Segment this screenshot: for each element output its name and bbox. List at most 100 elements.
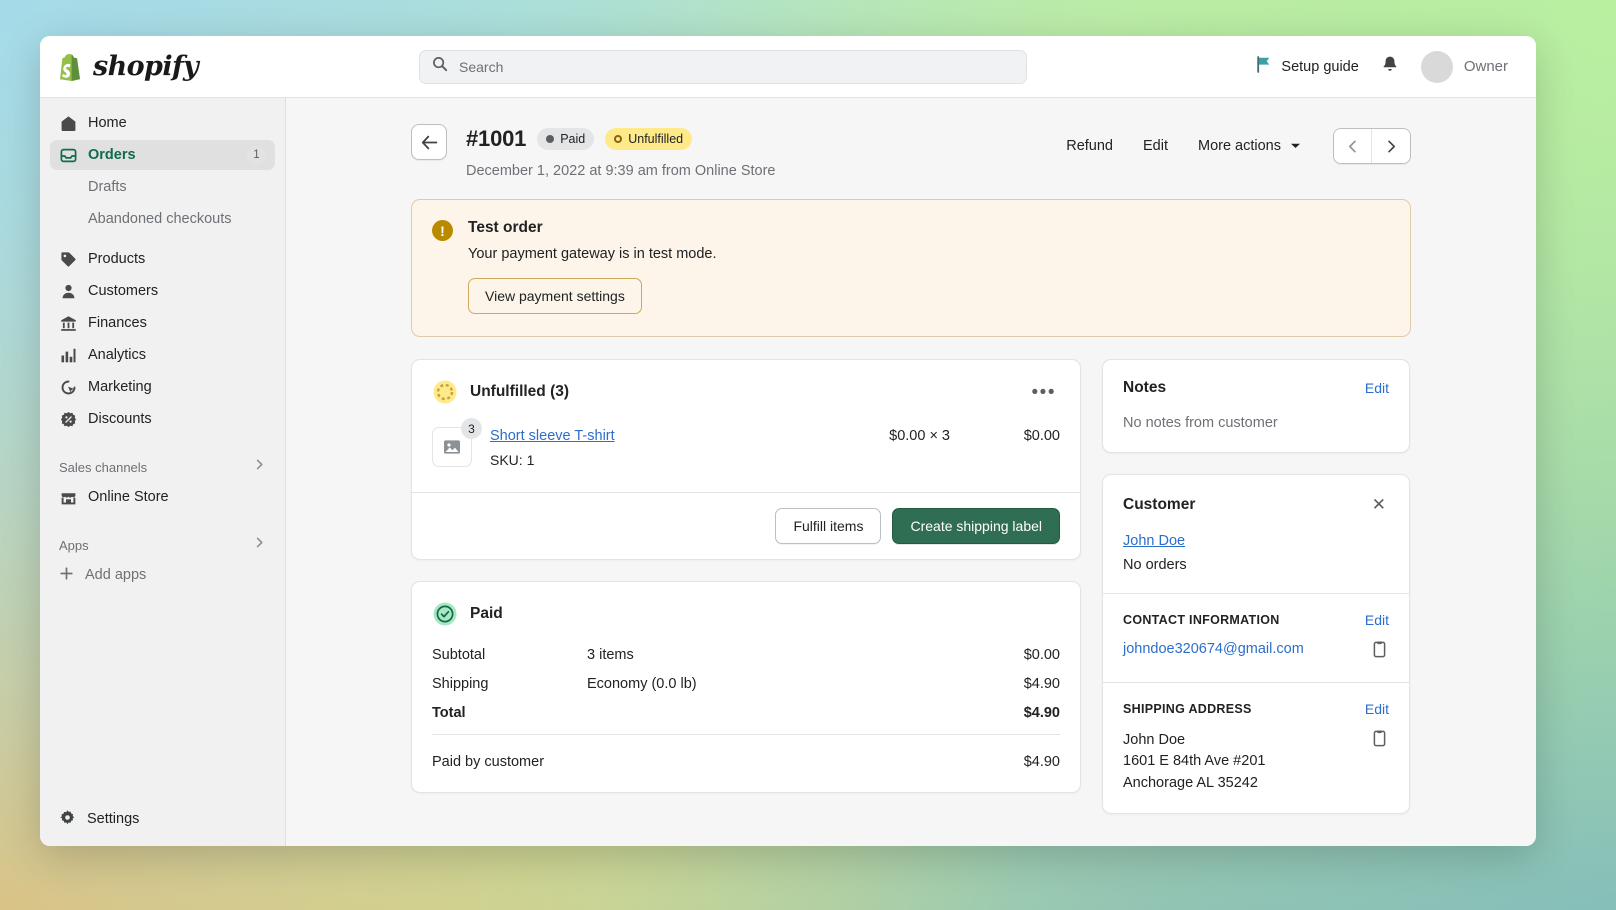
settings-label: Settings [87, 811, 139, 827]
refund-button[interactable]: Refund [1054, 130, 1125, 162]
row-label: Subtotal [432, 647, 587, 663]
search-placeholder: Search [459, 59, 503, 75]
create-shipping-label-button[interactable]: Create shipping label [892, 508, 1060, 544]
sidebar-subitem-label: Drafts [88, 179, 127, 195]
contact-information-title: CONTACT INFORMATION [1123, 613, 1280, 627]
payment-title: Paid [470, 605, 503, 623]
products-icon [59, 250, 77, 268]
avatar [1421, 51, 1453, 83]
top-bar: shopify Search Setup guide Ow [40, 36, 1536, 98]
sidebar-item-discounts[interactable]: Discounts [50, 404, 275, 434]
customers-icon [59, 282, 77, 300]
sidebar-item-finances[interactable]: Finances [50, 308, 275, 338]
line-item-total: $0.00 [968, 427, 1060, 444]
back-button[interactable] [411, 124, 447, 160]
address-line: 1601 E 84th Ave #201 [1123, 751, 1360, 772]
shopify-logo[interactable]: shopify [56, 51, 316, 82]
paid-by-customer-section: Paid by customer $4.90 [412, 735, 1080, 792]
row-label: Total [432, 705, 587, 721]
order-main-column: Unfulfilled (3) ••• 3 [411, 359, 1081, 814]
user-name: Owner [1464, 58, 1508, 75]
status-badge-unfulfilled: Unfulfilled [605, 128, 692, 150]
page-title: #1001 [466, 126, 526, 152]
unfulfilled-dot-icon [614, 135, 622, 143]
copy-email-icon[interactable] [1370, 641, 1389, 663]
sidebar-item-online-store[interactable]: Online Store [50, 482, 275, 512]
order-side-column: Notes Edit No notes from customer [1102, 359, 1410, 835]
copy-address-icon[interactable] [1370, 730, 1389, 752]
add-apps-button[interactable]: Add apps [50, 560, 275, 590]
row-detail: 3 items [587, 647, 950, 663]
notes-title: Notes [1123, 379, 1166, 397]
sidebar-item-analytics[interactable]: Analytics [50, 340, 275, 370]
product-link[interactable]: Short sleeve T-shirt [490, 428, 615, 444]
notifications-button[interactable] [1379, 53, 1401, 81]
line-item-info: Short sleeve T-shirt SKU: 1 [490, 427, 812, 468]
payment-card: Paid Subtotal 3 items $0.00 [411, 581, 1081, 793]
apps-label: Apps [59, 538, 89, 553]
sidebar-item-label: Customers [88, 283, 158, 299]
previous-order-button[interactable] [1334, 129, 1372, 163]
sidebar-item-home[interactable]: Home [50, 108, 275, 138]
customer-name-link[interactable]: John Doe [1123, 533, 1185, 549]
sidebar-item-label: Marketing [88, 379, 152, 395]
sidebar-item-marketing[interactable]: Marketing [50, 372, 275, 402]
customer-email-link[interactable]: johndoe320674@gmail.com [1123, 641, 1360, 657]
sales-channels-group[interactable]: Sales channels [50, 455, 275, 479]
unfulfilled-status-icon [432, 379, 458, 405]
gear-icon [59, 809, 76, 830]
payment-row: Shipping Economy (0.0 lb) $4.90 [432, 676, 1060, 692]
test-order-banner: ! Test order Your payment gateway is in … [411, 199, 1411, 337]
analytics-icon [59, 346, 77, 364]
more-actions-button[interactable]: More actions [1186, 130, 1313, 162]
shopify-admin-window: shopify Search Setup guide Ow [40, 36, 1536, 846]
sidebar-item-orders[interactable]: Orders 1 [50, 140, 275, 170]
main-content: #1001 Paid Unfulfilled Decemb [286, 98, 1536, 846]
sidebar-item-settings[interactable]: Settings [50, 802, 275, 836]
order-title-block: #1001 Paid Unfulfilled Decemb [466, 124, 776, 179]
row-amount: $0.00 [950, 647, 1060, 663]
body-split: Home Orders 1 Drafts Abandoned checkouts… [40, 98, 1536, 846]
edit-order-button[interactable]: Edit [1131, 130, 1180, 162]
sidebar-item-abandoned-checkouts[interactable]: Abandoned checkouts [50, 204, 275, 234]
chevron-right-icon [253, 536, 266, 554]
close-icon[interactable]: ✕ [1369, 494, 1389, 515]
orders-count-badge: 1 [247, 146, 266, 165]
edit-notes-link[interactable]: Edit [1365, 380, 1389, 396]
sidebar-item-label: Analytics [88, 347, 146, 363]
banner-content: Test order Your payment gateway is in te… [468, 219, 717, 314]
finances-icon [59, 314, 77, 332]
order-pagination [1333, 128, 1411, 164]
sidebar-item-label: Products [88, 251, 145, 267]
sidebar-item-customers[interactable]: Customers [50, 276, 275, 306]
banner-title: Test order [468, 219, 717, 237]
notes-empty-text: No notes from customer [1123, 415, 1278, 431]
view-payment-settings-button[interactable]: View payment settings [468, 278, 642, 314]
fulfill-items-button[interactable]: Fulfill items [775, 508, 881, 544]
sidebar-item-products[interactable]: Products [50, 244, 275, 274]
chevron-down-icon [1290, 138, 1301, 154]
line-item-thumbnail: 3 [432, 427, 472, 467]
shipping-address-lines: John Doe 1601 E 84th Ave #201 Anchorage … [1123, 730, 1360, 794]
search-input[interactable]: Search [419, 50, 1027, 84]
apps-group[interactable]: Apps [50, 533, 275, 557]
sidebar-item-drafts[interactable]: Drafts [50, 172, 275, 202]
payment-rows: Subtotal 3 items $0.00 Shipping Economy … [412, 627, 1080, 721]
sidebar-item-label: Online Store [88, 489, 169, 505]
payment-row: Subtotal 3 items $0.00 [432, 647, 1060, 663]
row-detail [587, 754, 950, 770]
fulfillment-more-icon[interactable]: ••• [1028, 381, 1060, 404]
badge-label: Unfulfilled [628, 132, 683, 146]
order-columns: Unfulfilled (3) ••• 3 [411, 359, 1411, 835]
badge-label: Paid [560, 132, 585, 146]
edit-contact-link[interactable]: Edit [1365, 612, 1389, 628]
sidebar-item-label: Discounts [88, 411, 152, 427]
user-menu[interactable]: Owner [1421, 51, 1508, 83]
setup-guide-button[interactable]: Setup guide [1256, 56, 1358, 77]
marketing-icon [59, 378, 77, 396]
row-amount: $4.90 [950, 676, 1060, 692]
chevron-right-icon [253, 458, 266, 476]
edit-shipping-link[interactable]: Edit [1365, 701, 1389, 717]
next-order-button[interactable] [1372, 129, 1410, 163]
paid-by-customer-row: Paid by customer $4.90 [432, 754, 1060, 770]
